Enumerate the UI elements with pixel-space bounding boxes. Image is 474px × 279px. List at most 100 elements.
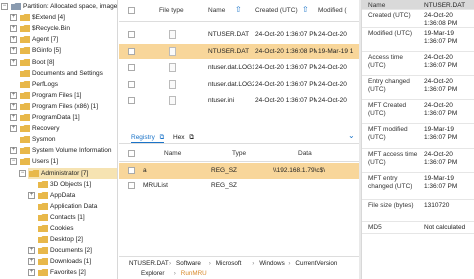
expand-icon[interactable]: + (28, 258, 35, 266)
col-reg-name[interactable]: Name (164, 145, 181, 162)
tree-item-label: Administrator [7] (41, 169, 89, 177)
table-row[interactable]: ntuser.dat.LOG1 24-Oct-20 1:36:07 PM 24-Oc… (119, 60, 359, 75)
row-checkbox[interactable] (128, 80, 135, 88)
collapse-icon[interactable]: − (1, 3, 8, 10)
col-created[interactable]: Created (UTC) (255, 0, 298, 22)
select-all-checkbox[interactable] (128, 7, 135, 14)
tree-item[interactable]: + AppData (0, 190, 117, 201)
property-row: MFT Created (UTC) 24-Oct-20 1:36:07 PM (362, 100, 474, 124)
file-created: 24-Oct-20 1:36:07 PM (255, 64, 317, 71)
col-reg-type[interactable]: Type (232, 145, 246, 162)
sort-asc-icon[interactable]: ⇧ (302, 0, 309, 21)
registry-value-type: REG_SZ (211, 182, 238, 189)
row-checkbox[interactable] (128, 97, 135, 104)
row-checkbox[interactable] (128, 31, 135, 38)
tree-item-label: $Recycle.Bin (32, 25, 70, 33)
file-name: ntuser.dat.LOG1 (208, 64, 254, 71)
properties-pane: Name NTUSER.DAT Created (UTC) 24-Oct-20 1:3… (361, 0, 474, 279)
tree-item[interactable]: + Recovery (0, 123, 117, 134)
expand-icon[interactable]: + (28, 191, 35, 199)
expand-icon[interactable]: + (10, 114, 17, 121)
col-name[interactable]: Name (208, 0, 225, 22)
open-external-icon[interactable]: ⧉ (189, 134, 194, 141)
table-row[interactable]: ntuser.ini 24-Oct-20 1:36:07 PM 24-Oct-20 (119, 93, 359, 108)
registry-row[interactable]: MRUList REG_SZ (119, 178, 359, 194)
tab-hex[interactable]: Hex ⧉ (173, 132, 194, 143)
property-row: MFT access time (UTC) 24-Oct-20 1:36:07 P… (362, 149, 474, 173)
tree-item[interactable]: Desktop [2] (0, 234, 117, 245)
tree-item[interactable]: + Agent [7] (0, 34, 117, 45)
expand-icon[interactable]: + (10, 91, 17, 99)
file-grid[interactable]: File type Name ⇧ Created (UTC) ⇧ Modifie… (119, 0, 359, 130)
collapse-panel-icon[interactable]: ⌄ (348, 131, 355, 140)
breadcrumb-item[interactable]: Explorer (141, 270, 164, 277)
tree-item[interactable]: + System Volume Information (0, 145, 117, 156)
tree-item[interactable]: Sysmon (0, 134, 117, 145)
collapse-icon[interactable]: − (19, 169, 26, 177)
breadcrumb-item[interactable]: NTUSER.DAT (129, 260, 169, 267)
tree-item[interactable]: Cookies (0, 223, 117, 234)
expand-icon[interactable]: + (10, 47, 17, 55)
tree-item[interactable]: − Administrator [7] (19, 167, 117, 179)
tree-item[interactable]: + Downloads [1] (0, 256, 117, 267)
drive-icon (11, 3, 21, 10)
row-checkbox[interactable] (128, 47, 135, 55)
expand-icon[interactable]: + (10, 14, 17, 22)
breadcrumb-item[interactable]: Software (176, 260, 201, 267)
folder-icon (20, 36, 30, 44)
tree-item[interactable]: + $Recycle.Bin (0, 23, 117, 34)
breadcrumb-item[interactable]: RunMRU (181, 270, 207, 277)
folder-tree[interactable]: − Partition: Allocated space, image + $Exte… (0, 0, 118, 279)
expand-icon[interactable]: + (28, 247, 35, 255)
expand-icon[interactable]: + (28, 269, 35, 277)
tree-item[interactable]: Application Data (0, 201, 117, 212)
col-modified[interactable]: Modified ( (318, 0, 347, 22)
tree-item[interactable]: + $Extend [4] (0, 12, 117, 23)
table-row[interactable]: NTUSER.DAT 24-Oct-20 1:36:08 PM 19-Mar-19 … (119, 43, 359, 59)
file-name: NTUSER.DAT (208, 47, 250, 55)
tree-item[interactable]: + Program Files [1] (0, 90, 117, 101)
tree-item[interactable]: + BGinfo [5] (0, 45, 117, 56)
tree-item[interactable]: 3D Objects [1] (0, 179, 117, 190)
tree-item[interactable]: PerfLogs (0, 79, 117, 90)
breadcrumb-item[interactable]: Microsoft (216, 260, 242, 267)
tree-item[interactable]: − Users [1] (0, 156, 117, 167)
tree-item-label: Favorites [2] (50, 269, 86, 277)
sort-asc-icon[interactable]: ⇧ (235, 0, 242, 21)
registry-row[interactable]: a REG_SZ \\192.168.1.79\c$\ (119, 163, 359, 179)
expand-icon[interactable]: + (10, 125, 17, 133)
open-external-icon[interactable]: ⧉ (160, 134, 165, 141)
tree-item-label: Contacts [1] (50, 213, 85, 221)
tree-item[interactable]: + Boot [8] (0, 57, 117, 68)
folder-icon (38, 191, 48, 199)
tree-item[interactable]: + ProgramData [1] (0, 112, 117, 123)
collapse-icon[interactable]: − (10, 158, 17, 166)
folder-icon (20, 125, 30, 133)
tree-item[interactable]: + Favorites [2] (0, 267, 117, 278)
expand-icon[interactable]: + (10, 147, 17, 155)
expand-icon[interactable]: + (10, 102, 17, 110)
tree-item[interactable]: Documents and Settings (0, 68, 117, 79)
col-file-type[interactable]: File type (159, 0, 184, 22)
breadcrumb-item[interactable]: Windows (259, 260, 285, 267)
row-checkbox[interactable] (128, 64, 135, 71)
select-all-checkbox[interactable] (128, 150, 135, 157)
expand-icon[interactable]: + (10, 36, 17, 44)
tree-item[interactable]: Contacts [1] (0, 212, 117, 223)
tree-item[interactable]: + Program Files (x86) [1] (0, 101, 117, 112)
tree-item[interactable]: − Partition: Allocated space, image (0, 1, 117, 12)
tree-item[interactable]: + Documents [2] (0, 245, 117, 256)
expand-icon[interactable]: + (10, 25, 17, 33)
col-reg-data[interactable]: Data (298, 145, 312, 162)
registry-grid[interactable]: Name Type Data a REG_SZ \\192.168.1.79\c$\… (119, 145, 359, 255)
row-checkbox[interactable] (128, 167, 135, 174)
row-checkbox[interactable] (128, 182, 135, 189)
expand-icon[interactable]: + (10, 58, 17, 66)
table-row[interactable]: NTUSER.DAT 24-Oct-20 1:36:07 PM 24-Oct-20 (119, 27, 359, 42)
folder-icon (38, 258, 48, 266)
table-row[interactable]: ntuser.dat.LOG2 24-Oct-20 1:36:07 PM 24-Oc… (119, 77, 359, 92)
file-icon (169, 46, 176, 56)
breadcrumb-item[interactable]: CurrentVersion (295, 260, 337, 267)
folder-icon (20, 58, 30, 66)
tab-registry[interactable]: Registry ⧉ (131, 132, 165, 143)
